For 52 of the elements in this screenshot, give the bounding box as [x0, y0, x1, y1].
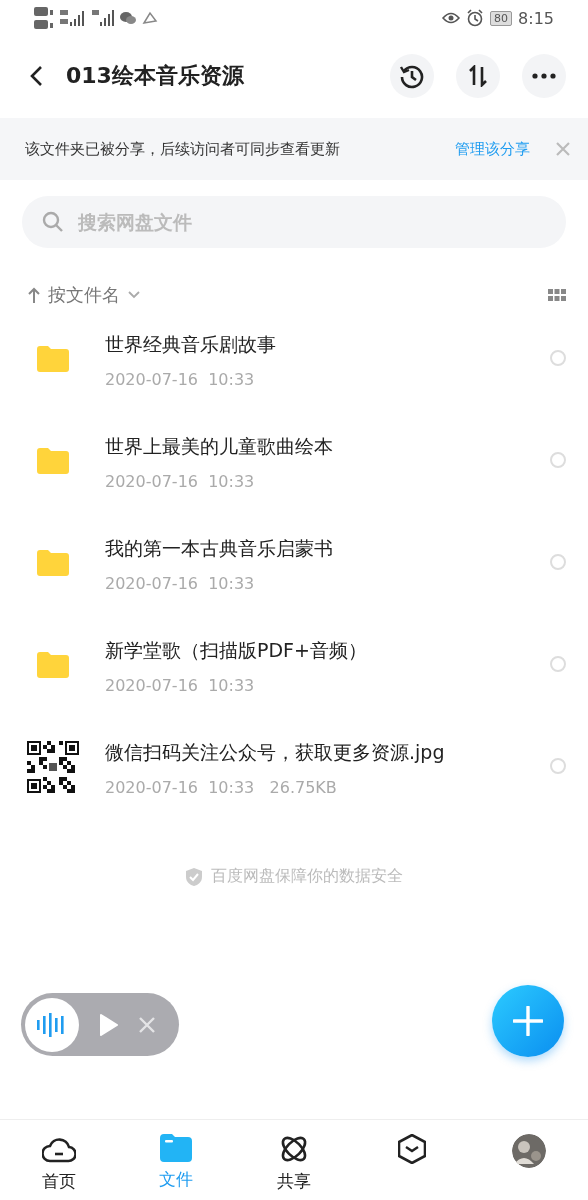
avatar: [512, 1134, 547, 1168]
history-icon: [399, 63, 425, 89]
signal-icon: [92, 8, 114, 28]
close-icon[interactable]: [556, 142, 570, 156]
app-icon: [142, 11, 158, 25]
play-icon[interactable]: [99, 1012, 119, 1037]
chat-icon: [120, 11, 136, 25]
orbit-icon: [279, 1134, 309, 1164]
grid-view-icon[interactable]: [548, 289, 566, 301]
hexagon-icon: [397, 1134, 426, 1164]
file-name[interactable]: 我的第一本古典音乐启蒙书: [105, 536, 550, 562]
file-name[interactable]: 微信扫码关注公众号，获取更多资源.jpg: [105, 740, 550, 766]
clock-time: 8:15: [518, 8, 554, 28]
folder-icon: [160, 1134, 193, 1162]
alarm-icon: [466, 9, 485, 27]
file-meta: 2020-07-16 10:33: [105, 472, 256, 491]
chevron-down-icon: [128, 291, 140, 299]
folder-icon: [37, 346, 69, 372]
share-notice: 该文件夹已被分享，后续访问者可同步查看更新: [25, 139, 341, 159]
security-note: 百度网盘保障你的数据安全: [211, 866, 403, 887]
folder-icon: [37, 652, 69, 678]
nav-tab[interactable]: 首页: [0, 1120, 118, 1200]
search-icon: [42, 211, 64, 233]
audio-wave-button[interactable]: [25, 997, 79, 1052]
back-icon: [29, 65, 43, 87]
nav-tab[interactable]: 共享: [235, 1120, 353, 1200]
folder-title: 013绘本音乐资源: [66, 62, 245, 90]
file-meta: 2020-07-16 10:33: [105, 370, 256, 389]
sort-button[interactable]: [456, 54, 500, 98]
file-name[interactable]: 新学堂歌（扫描版PDF+音频）: [105, 638, 550, 664]
sound-wave-icon: [37, 1012, 67, 1037]
qr-code-icon: [27, 741, 79, 793]
folder-icon: [37, 550, 69, 576]
file-meta: 2020-07-16 10:33: [105, 676, 256, 695]
folder-icon: [37, 448, 69, 474]
file-meta: 2020-07-16 10:33 26.75KB: [105, 778, 338, 797]
history-button[interactable]: [390, 54, 434, 98]
add-button[interactable]: [492, 985, 564, 1057]
file-name[interactable]: 世界经典音乐剧故事: [105, 332, 550, 358]
more-icon: [532, 73, 556, 79]
eye-icon: [442, 11, 461, 25]
shield-icon: [185, 866, 203, 887]
more-button[interactable]: [522, 54, 566, 98]
file-name[interactable]: 世界上最美的儿童歌曲绘本: [105, 434, 550, 460]
hd-icon: [34, 6, 54, 30]
sort-arrow-icon: [28, 287, 40, 303]
plus-icon: [513, 1006, 543, 1036]
battery-level: 80: [490, 10, 513, 26]
sort-label[interactable]: 按文件名: [48, 283, 120, 307]
file-meta: 2020-07-16 10:33: [105, 574, 256, 593]
search-field[interactable]: 搜索网盘文件: [22, 196, 566, 248]
signal-icon: [60, 8, 86, 28]
